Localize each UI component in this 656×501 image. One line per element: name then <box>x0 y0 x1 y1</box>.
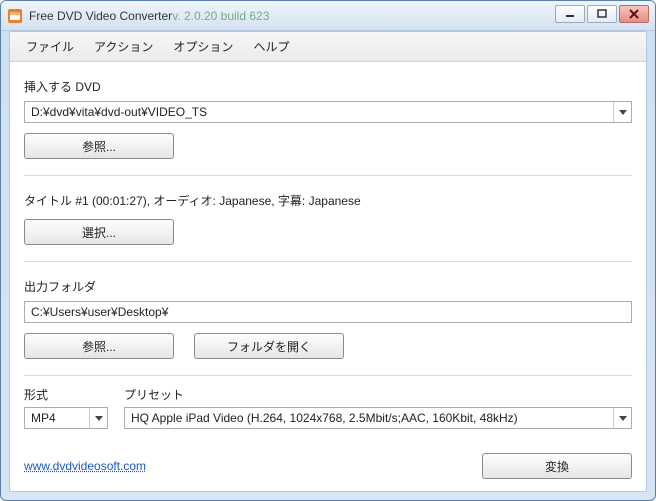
window-controls <box>555 5 649 23</box>
minimize-icon <box>565 9 575 19</box>
preset-value[interactable] <box>124 407 632 429</box>
content-area: 挿入する DVD 参照... タイトル #1 (00:01:27), オーディオ… <box>10 62 646 492</box>
format-combo[interactable] <box>24 407 108 429</box>
minimize-button[interactable] <box>555 5 585 23</box>
close-icon <box>629 9 639 19</box>
divider <box>24 375 632 376</box>
convert-button[interactable]: 変換 <box>482 453 632 479</box>
menu-help[interactable]: ヘルプ <box>243 36 299 57</box>
dvd-browse-button[interactable]: 参照... <box>24 133 174 159</box>
output-browse-button[interactable]: 参照... <box>24 333 174 359</box>
dvd-label: 挿入する DVD <box>24 78 632 95</box>
preset-label: プリセット <box>124 386 632 403</box>
window-frame: Free DVD Video Converter v. 2.0.20 build… <box>0 0 656 501</box>
divider <box>24 175 632 176</box>
title-info-text: タイトル #1 (00:01:27), オーディオ: Japanese, 字幕:… <box>24 192 632 209</box>
format-value[interactable] <box>24 407 108 429</box>
title-select-button[interactable]: 選択... <box>24 219 174 245</box>
website-link[interactable]: www.dvdvideosoft.com <box>24 459 146 473</box>
menu-file[interactable]: ファイル <box>16 36 84 57</box>
app-icon <box>7 8 23 24</box>
menu-action[interactable]: アクション <box>84 36 163 57</box>
client-area: ファイル アクション オプション ヘルプ 挿入する DVD 参照... タイトル… <box>9 31 647 492</box>
format-label: 形式 <box>24 386 108 403</box>
maximize-icon <box>597 9 607 19</box>
preset-combo[interactable] <box>124 407 632 429</box>
close-button[interactable] <box>619 5 649 23</box>
output-path-input[interactable] <box>24 301 632 323</box>
dvd-path-combo[interactable] <box>24 101 632 123</box>
divider <box>24 261 632 262</box>
menu-option[interactable]: オプション <box>163 36 243 57</box>
menu-bar: ファイル アクション オプション ヘルプ <box>10 32 646 62</box>
maximize-button[interactable] <box>587 5 617 23</box>
dvd-path-value[interactable] <box>24 101 632 123</box>
title-bar: Free DVD Video Converter v. 2.0.20 build… <box>1 1 655 31</box>
output-label: 出力フォルダ <box>24 278 632 295</box>
open-folder-button[interactable]: フォルダを開く <box>194 333 344 359</box>
window-title-version: v. 2.0.20 build 623 <box>172 9 269 23</box>
window-title-app: Free DVD Video Converter <box>29 9 172 23</box>
